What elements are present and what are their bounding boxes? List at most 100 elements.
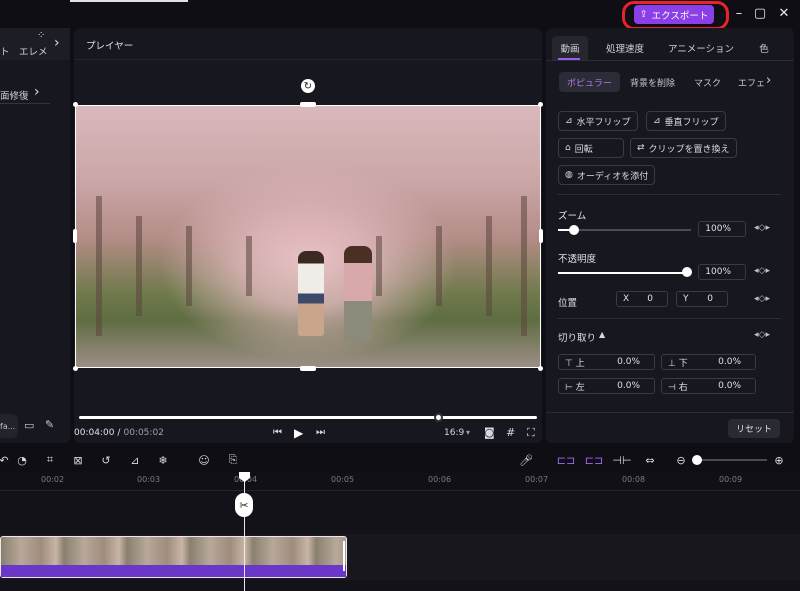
bottom-pill[interactable]: fa... (0, 414, 18, 438)
speed-icon[interactable]: ◔ (14, 452, 30, 468)
grid-icon[interactable]: # (506, 426, 515, 439)
split-icon[interactable]: ⊣⊢ (612, 452, 631, 468)
ruler-tick: 00:08 (622, 475, 646, 484)
close-icon[interactable]: ✕ (776, 5, 792, 21)
subtab-popular[interactable]: ポピュラー (559, 72, 621, 92)
chevron-right-icon[interactable]: › (34, 84, 40, 100)
step-back-icon[interactable]: ⏮ (273, 427, 282, 438)
crop-bottom-field[interactable]: ⊥ 下 0.0% (661, 354, 756, 370)
tab-video[interactable]: 動画 (552, 36, 588, 60)
crop-bottom-icon: ⊥ 下 (668, 358, 688, 369)
undo-icon[interactable]: ↶ (0, 452, 12, 468)
playhead[interactable] (244, 473, 245, 591)
time-display: 00:04:00 / 00:05:02 (74, 428, 164, 438)
replace-clip-button[interactable]: ⇄ クリップを置き換え (630, 138, 737, 158)
crop-top-label: 上 (575, 358, 585, 369)
snowflake-icon[interactable]: ❄ (155, 452, 171, 468)
rotate-button[interactable]: ⌂ 回転 (558, 138, 624, 158)
zoom-value-field[interactable]: 100% (698, 221, 746, 237)
crop-left-field[interactable]: ⊢ 左 0.0% (558, 378, 655, 394)
aspect-ratio-select[interactable]: 16:9 (444, 428, 464, 438)
add-audio-button[interactable]: ◍ オーディオを添付 (558, 165, 656, 185)
zoom-slider-knob[interactable] (568, 225, 579, 235)
crop-icon[interactable]: ⌗ (42, 452, 58, 468)
position-x-field[interactable]: X 0 (616, 291, 668, 307)
keyframe-icon[interactable]: ◂◇▸ (754, 223, 770, 233)
subtab-remove-bg[interactable]: 背景を削除 (622, 72, 683, 92)
position-y-field[interactable]: Y 0 (676, 291, 728, 307)
corner-handle[interactable] (538, 102, 543, 107)
subtitle-icon[interactable]: ▭ (24, 419, 34, 432)
corner-handle[interactable] (73, 102, 78, 107)
scissors-icon[interactable]: ✂ (235, 493, 253, 517)
resize-handle-bottom[interactable] (300, 366, 316, 371)
timeline-zoom-knob[interactable] (692, 455, 702, 465)
resize-handle-right[interactable] (539, 229, 543, 243)
opacity-slider-knob[interactable] (682, 267, 692, 277)
h-flip-button[interactable]: ⊿ 水平フリップ (558, 111, 638, 131)
tab-color[interactable]: 色 (754, 36, 774, 60)
crop-label: 切り取り (558, 333, 597, 344)
tab-elements[interactable]: エレメ (19, 44, 48, 58)
crop-left-icon: ⊢ 左 (565, 382, 585, 393)
pen-icon[interactable]: ✎ (45, 418, 54, 431)
video-preview[interactable] (75, 105, 541, 368)
microphone-icon[interactable]: 🎤︎ (518, 452, 534, 468)
ruler-tick: 00:02 (41, 475, 65, 484)
opacity-value-field[interactable]: 100% (698, 264, 746, 280)
opacity-value: 100% (705, 267, 731, 277)
chevron-down-icon[interactable]: ▾ (466, 428, 470, 437)
tab-animation[interactable]: アニメーション (665, 36, 737, 60)
chevron-right-icon[interactable]: › (766, 73, 771, 88)
fit-icon[interactable]: ⇔ (642, 452, 658, 468)
mirror-icon[interactable]: ⊿ (127, 452, 143, 468)
subtab-mask[interactable]: マスク (686, 72, 729, 92)
button-label: クリップを置き換え (648, 144, 730, 155)
freeze-frame-icon[interactable]: ⊠ (70, 452, 86, 468)
chevron-right-icon[interactable]: › (54, 35, 60, 51)
timeline-ruler[interactable] (0, 473, 800, 491)
rotate-handle-icon[interactable]: ↻ (301, 79, 315, 93)
ruler-tick: 00:09 (719, 475, 743, 484)
clip-audio-bar (1, 565, 346, 577)
resize-handle-left[interactable] (73, 229, 77, 243)
left-tab-partial[interactable]: ト (0, 44, 10, 58)
tree-trunk (436, 226, 442, 306)
zoom-out-icon[interactable]: ⊖ (673, 452, 689, 468)
crop-right-field[interactable]: ⊣ 右 0.0% (661, 378, 756, 394)
v-flip-button[interactable]: ⊿ 垂直フリップ (646, 111, 726, 131)
zoom-in-icon[interactable]: ⊕ (771, 452, 787, 468)
keyframe-icon[interactable]: ◂◇▸ (754, 266, 770, 276)
tree-trunk (246, 236, 252, 296)
tab-speed[interactable]: 処理速度 (600, 36, 650, 60)
keyframe-icon[interactable]: ◂◇▸ (754, 294, 770, 304)
corner-handle[interactable] (73, 366, 78, 371)
face-icon[interactable]: ☺ (196, 452, 212, 468)
ruler-tick: 00:03 (137, 475, 161, 484)
progress-knob[interactable] (434, 413, 443, 422)
link-icon[interactable]: ⊏⊐ (557, 452, 575, 468)
repair-item-label[interactable]: 面修復 (0, 88, 29, 102)
maximize-icon[interactable]: ▢ (752, 5, 768, 21)
step-forward-icon[interactable]: ⏭ (316, 427, 325, 438)
fullscreen-icon[interactable]: ⛶ (527, 426, 535, 440)
elements-icon[interactable]: ⁘ (37, 30, 45, 41)
person-right (344, 246, 372, 341)
timeline-zoom-slider[interactable] (697, 459, 767, 461)
clip-trim-handle[interactable] (343, 541, 345, 571)
export-frame-icon[interactable]: ⎘ (225, 452, 241, 468)
crop-top-field[interactable]: ⊤ 上 0.0% (558, 354, 655, 370)
snap-icon[interactable]: ⊏⊐ (585, 452, 603, 468)
reverse-icon[interactable]: ↺ (98, 452, 114, 468)
keyframe-icon[interactable]: ◂◇▸ (754, 330, 770, 340)
progress-bar[interactable] (79, 416, 537, 419)
button-label: 水平フリップ (576, 117, 631, 128)
play-icon[interactable]: ▶ (294, 426, 303, 440)
reset-button[interactable]: リセット (728, 419, 780, 438)
resize-handle-top[interactable] (300, 102, 316, 107)
minimize-icon[interactable]: – (731, 5, 747, 21)
crop-left-value: 0.0% (617, 381, 640, 391)
caret-up-icon[interactable]: ▲ (599, 330, 605, 339)
camera-icon[interactable]: ◙ (484, 426, 495, 439)
corner-handle[interactable] (538, 366, 543, 371)
